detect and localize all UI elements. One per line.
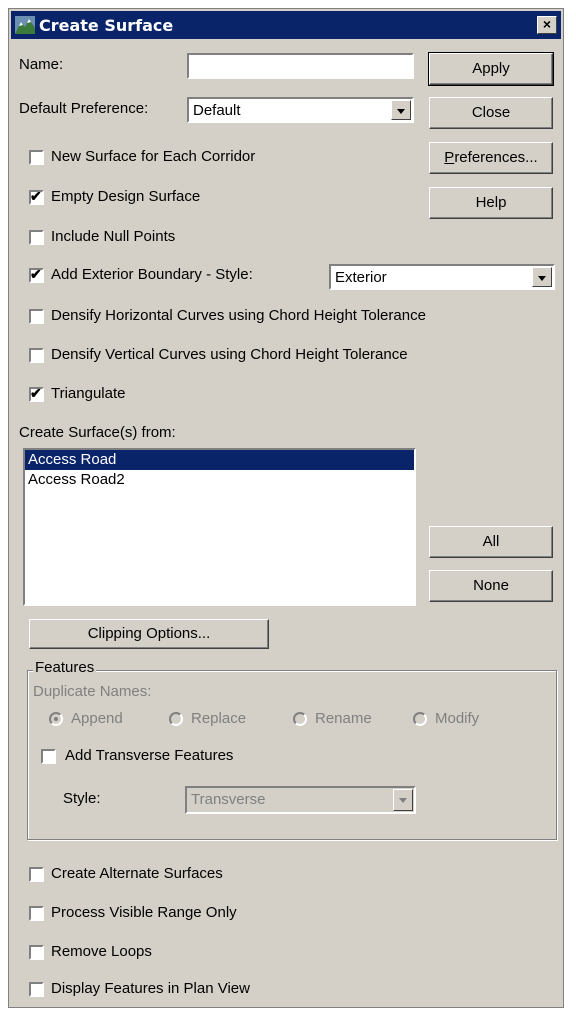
radio-modify[interactable] [413,712,427,726]
radio-append[interactable] [49,712,63,726]
select-all-button[interactable]: All [429,526,553,558]
check-icon: ✔ [30,385,42,401]
preferences-button[interactable]: Preferences... [429,142,553,174]
checkbox-display-features-plan-view[interactable] [29,982,44,997]
apply-button[interactable]: Apply [428,52,554,86]
option-label: Process Visible Range Only [51,904,237,921]
add-transverse-label: Add Transverse Features [65,747,234,764]
option-label: Include Null Points [51,228,176,245]
duplicate-names-label: Duplicate Names: [33,683,152,700]
exterior-style-value: Exterior [335,269,387,286]
checkbox-create-alternate-surfaces[interactable] [29,867,44,882]
checkbox-densify-horizontal[interactable] [29,309,44,324]
help-button[interactable]: Help [429,187,553,219]
option-label: Create Alternate Surfaces [51,865,223,882]
window-title: Create Surface [39,16,174,35]
title-bar[interactable]: Create Surface × [11,11,561,39]
close-button[interactable]: Close [429,97,553,129]
default-preference-label: Default Preference: [19,100,149,117]
radio-label: Rename [315,710,372,727]
checkbox-include-null-points[interactable] [29,230,44,245]
transverse-style-value: Transverse [191,791,266,808]
preferences-label: references... [454,149,538,166]
option-label: Empty Design Surface [51,188,201,205]
radio-replace[interactable] [169,712,183,726]
option-label: Remove Loops [51,943,152,960]
checkbox-process-visible-range[interactable] [29,906,44,921]
checkbox-empty-design-surface[interactable]: ✔ [29,188,44,205]
radio-rename[interactable] [293,712,307,726]
create-from-label: Create Surface(s) from: [19,424,176,441]
check-icon: ✔ [30,266,42,282]
checkbox-remove-loops[interactable] [29,945,44,960]
surface-app-icon [15,16,35,34]
chevron-down-icon[interactable] [393,789,413,811]
radio-label: Replace [191,710,247,727]
checkbox-new-surface-each-corridor[interactable] [29,150,44,165]
chevron-down-icon[interactable] [532,267,552,287]
option-label: Densify Vertical Curves using Chord Heig… [51,346,408,363]
name-input[interactable] [187,53,414,79]
create-surface-dialog: Create Surface × Name: Default Preferenc… [8,8,564,1008]
option-label: New Surface for Each Corridor [51,148,256,165]
option-label: Triangulate [51,385,126,402]
list-item[interactable]: Access Road [25,450,414,470]
radio-label: Modify [435,710,480,727]
radio-label: Append [71,710,123,727]
option-label: Add Exterior Boundary - Style: [51,266,253,283]
option-label: Display Features in Plan View [51,980,250,997]
default-preference-select[interactable]: Default [187,97,414,123]
chevron-down-icon[interactable] [391,100,411,120]
option-label: Densify Horizontal Curves using Chord He… [51,307,426,324]
checkbox-densify-vertical[interactable] [29,348,44,363]
corridor-list[interactable]: Access Road Access Road2 [23,448,416,606]
checkbox-add-exterior-boundary[interactable]: ✔ [29,266,44,283]
style-label: Style: [63,790,101,807]
list-item[interactable]: Access Road2 [25,470,414,490]
checkbox-add-transverse-features[interactable] [41,749,56,764]
checkbox-triangulate[interactable]: ✔ [29,385,44,402]
close-icon[interactable]: × [537,16,557,34]
preferences-mnemonic: P [444,149,455,166]
default-preference-value: Default [193,102,241,119]
exterior-style-select[interactable]: Exterior [329,264,555,290]
clipping-options-button[interactable]: Clipping Options... [29,619,269,649]
radio-dot-icon [54,717,58,721]
features-group-title: Features [33,659,97,676]
check-icon: ✔ [30,188,42,204]
select-none-button[interactable]: None [429,570,553,602]
transverse-style-select[interactable]: Transverse [185,786,416,814]
name-label: Name: [19,56,64,73]
